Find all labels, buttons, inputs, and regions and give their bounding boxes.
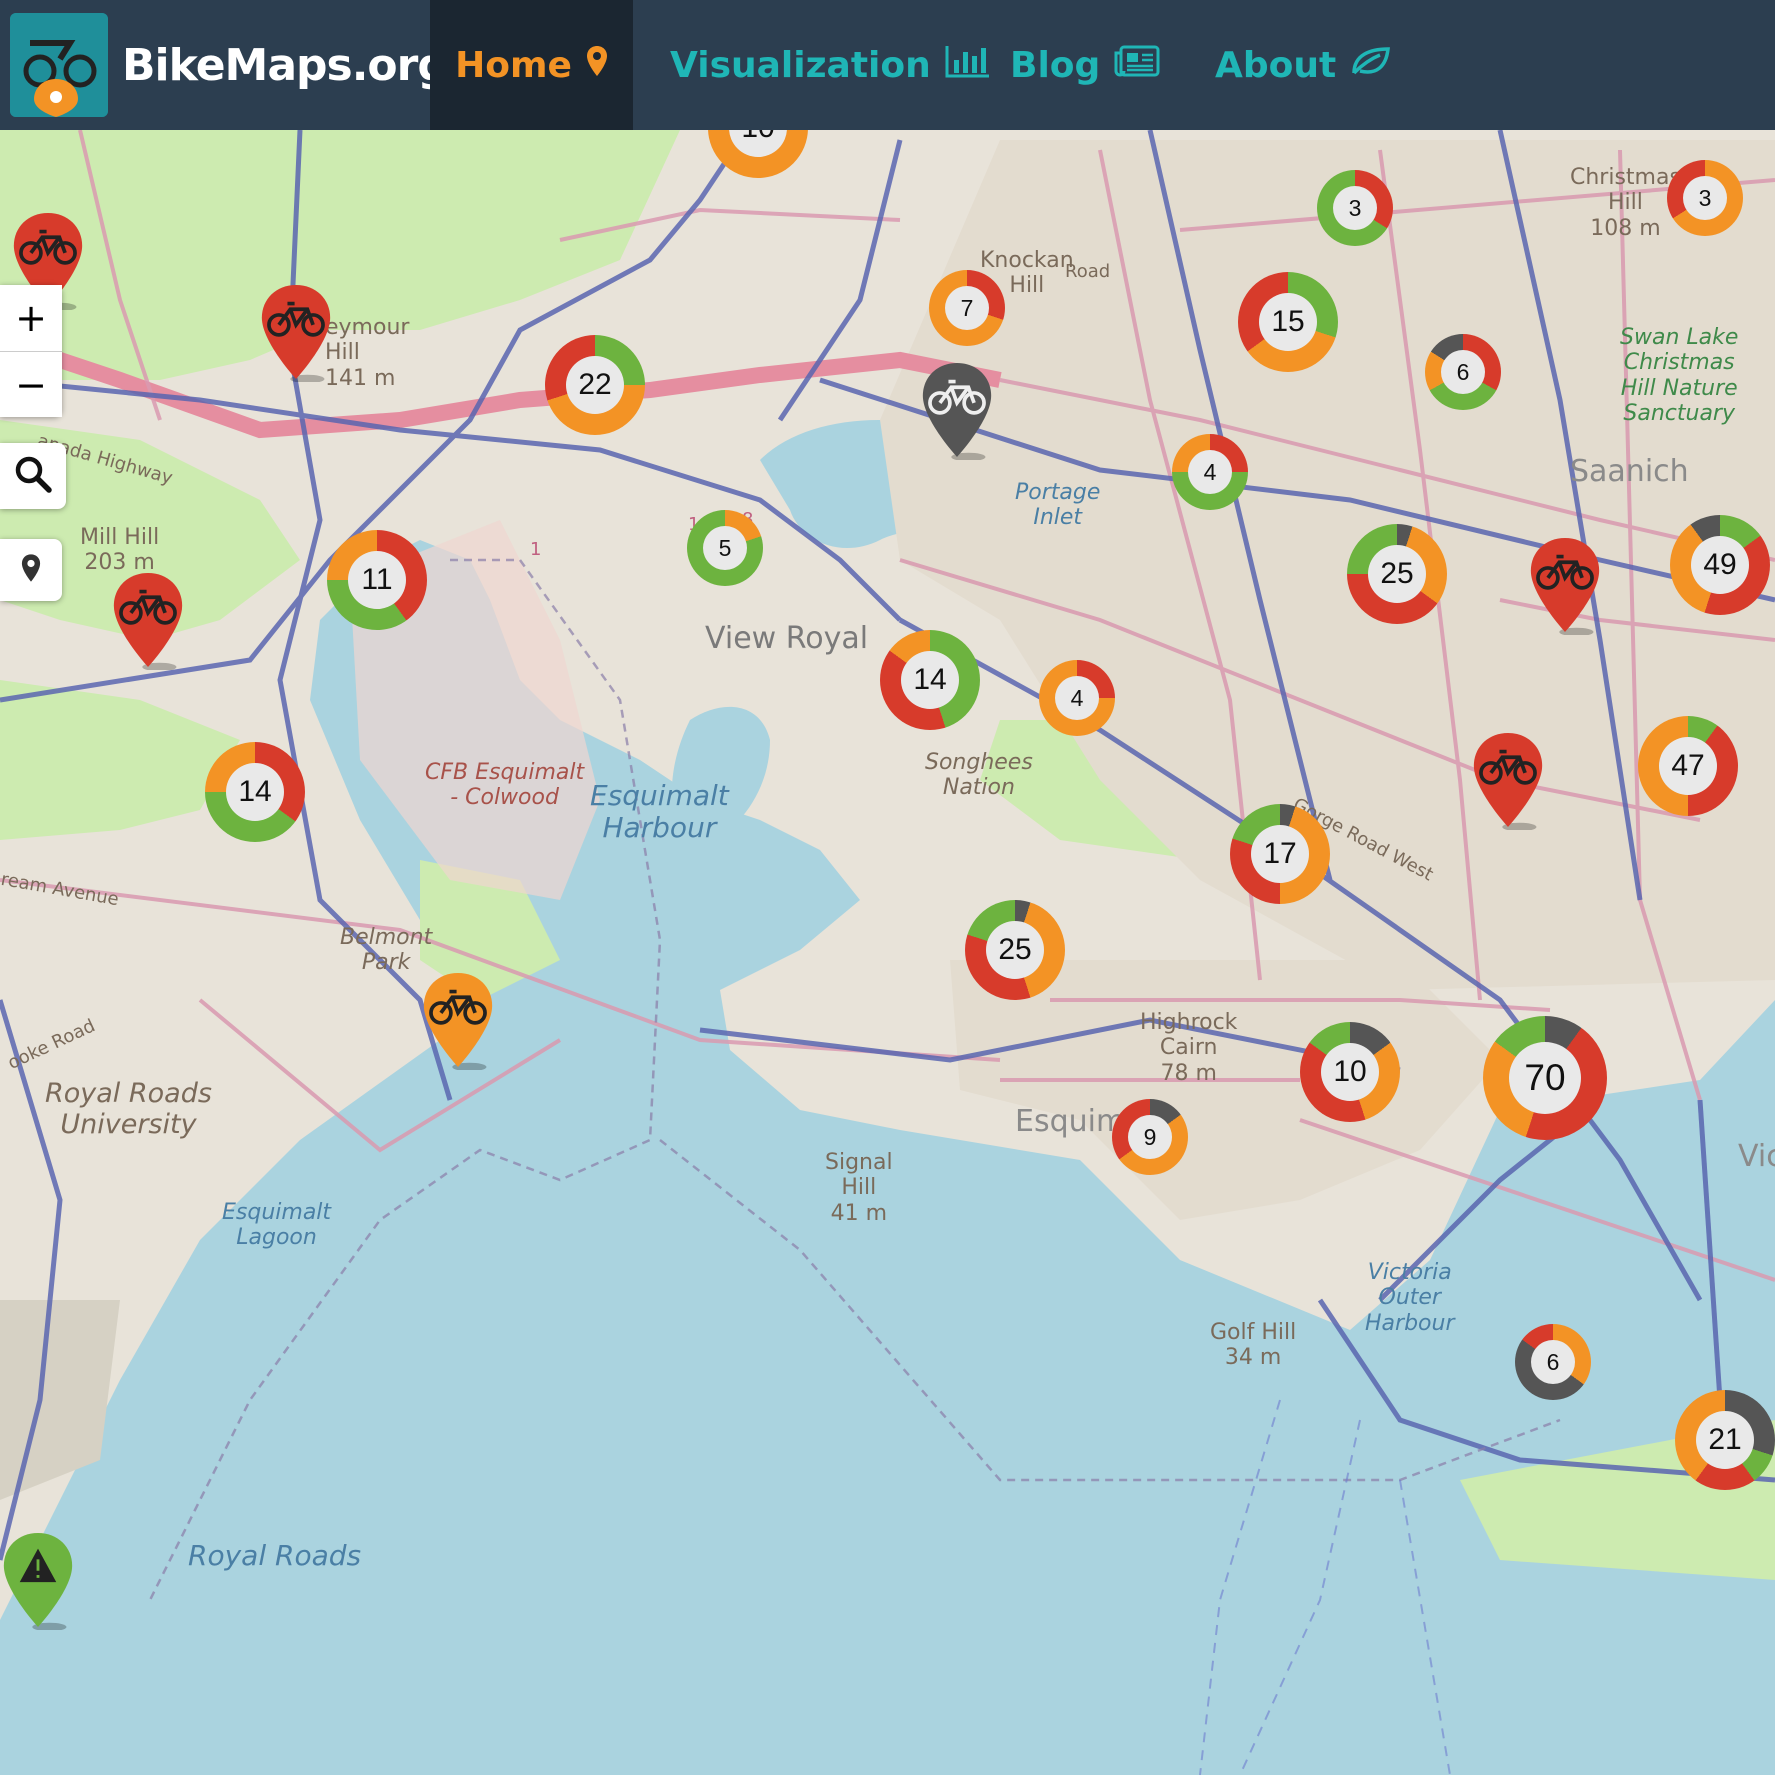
- zoom-in-button[interactable]: +: [0, 285, 62, 351]
- incident-marker[interactable]: [421, 970, 495, 1074]
- map-label-songhees: Songhees Nation: [925, 750, 1033, 801]
- incident-cluster[interactable]: 22: [545, 335, 645, 435]
- cluster-count: 3: [1333, 186, 1377, 230]
- incident-cluster[interactable]: 6: [1515, 1324, 1591, 1400]
- incident-cluster[interactable]: 6: [1425, 334, 1501, 410]
- incident-cluster[interactable]: 7: [929, 270, 1005, 346]
- map-label-belmont: Belmont Park: [340, 925, 433, 976]
- incident-cluster[interactable]: 49: [1670, 515, 1770, 615]
- incident-cluster[interactable]: 11: [327, 530, 427, 630]
- leaf-icon: [1350, 45, 1391, 86]
- map-label-portage-inlet: Portage Inlet: [1015, 480, 1101, 531]
- incident-cluster[interactable]: 4: [1172, 434, 1248, 510]
- map-label-christmas-hill: Christmas Hill 108 m: [1570, 165, 1681, 241]
- search-button[interactable]: [0, 443, 66, 509]
- cluster-count: 9: [1128, 1115, 1172, 1159]
- map-label-mill-hill: Mill Hill 203 m: [80, 525, 160, 576]
- nav-visualization[interactable]: Visualization: [670, 0, 991, 130]
- map-label-seymour: eymour Hill 141 m: [325, 315, 410, 391]
- cluster-count: 49: [1691, 536, 1749, 594]
- map-label-royal-roads-university: Royal Roads University: [45, 1078, 212, 1141]
- map-label-signal-hill: Signal Hill 41 m: [825, 1150, 893, 1226]
- zoom-control: + −: [0, 285, 62, 417]
- cluster-count: 4: [1188, 450, 1232, 494]
- incident-marker[interactable]: [920, 360, 994, 464]
- cluster-count: 5: [703, 526, 747, 570]
- map-route-1: 1: [530, 539, 542, 560]
- nav-visualization-label: Visualization: [670, 44, 931, 86]
- bar-chart-icon: [945, 44, 991, 87]
- cluster-count: 21: [1696, 1411, 1754, 1469]
- nav-home[interactable]: Home: [430, 0, 633, 130]
- nav-about-label: About: [1215, 44, 1337, 86]
- cluster-count: 25: [986, 921, 1044, 979]
- nav-home-label: Home: [455, 44, 572, 86]
- map-label-cfb: CFB Esquimalt - Colwood: [425, 760, 585, 811]
- map-label-esquimalt-harbour: Esquimalt Harbour: [590, 779, 729, 845]
- cluster-count: 6: [1441, 350, 1485, 394]
- brand[interactable]: BikeMaps.org: [10, 0, 449, 130]
- incident-marker[interactable]: [1, 1530, 75, 1634]
- incident-cluster[interactable]: 10: [1300, 1022, 1400, 1122]
- map-label-golf-hill: Golf Hill 34 m: [1210, 1320, 1297, 1371]
- zoom-out-button[interactable]: −: [0, 351, 62, 417]
- incident-cluster[interactable]: 25: [965, 900, 1065, 1000]
- map-label-outer-harbour: Victoria Outer Harbour: [1365, 1260, 1455, 1336]
- incident-cluster[interactable]: 15: [1238, 272, 1338, 372]
- cluster-count: 10: [729, 130, 787, 157]
- nav-blog[interactable]: Blog: [1010, 0, 1160, 130]
- locate-button[interactable]: [0, 539, 62, 601]
- incident-cluster[interactable]: 4: [1039, 660, 1115, 736]
- incident-cluster[interactable]: 14: [880, 630, 980, 730]
- cluster-count: 10: [1321, 1043, 1379, 1101]
- incident-cluster[interactable]: 3: [1317, 170, 1393, 246]
- incident-cluster[interactable]: 47: [1638, 716, 1738, 816]
- incident-cluster[interactable]: 70: [1483, 1016, 1607, 1140]
- map-label-esquimalt-lagoon: Esquimalt Lagoon: [222, 1200, 332, 1251]
- cluster-count: 14: [226, 763, 284, 821]
- map-marker-icon: [21, 553, 41, 587]
- cluster-count: 15: [1259, 293, 1317, 351]
- cluster-count: 11: [348, 551, 406, 609]
- incident-marker[interactable]: [259, 282, 333, 386]
- map-label-royal-roads: Royal Roads: [188, 1539, 362, 1572]
- map-label-view-royal: View Royal: [705, 621, 869, 656]
- incident-marker[interactable]: [111, 570, 185, 674]
- map-label-highrock: Highrock Cairn 78 m: [1140, 1010, 1238, 1086]
- incident-cluster[interactable]: 3: [1667, 160, 1743, 236]
- incident-cluster[interactable]: 9: [1112, 1099, 1188, 1175]
- cluster-count: 22: [566, 356, 624, 414]
- map-label-swan-lake: Swan Lake Christmas Hill Nature Sanctuar…: [1620, 325, 1739, 426]
- cluster-count: 7: [945, 286, 989, 330]
- map-canvas[interactable]: Knockan Hill eymour Hill 141 m Mill Hill…: [0, 130, 1775, 1775]
- map-label-esquimalt: Esquim: [1015, 1104, 1126, 1139]
- cluster-count: 47: [1659, 737, 1717, 795]
- incident-cluster[interactable]: 14: [205, 742, 305, 842]
- map-marker-icon: [586, 45, 608, 86]
- incident-cluster[interactable]: 21: [1675, 1390, 1775, 1490]
- map-label-road: Road: [1065, 261, 1111, 282]
- newspaper-icon: [1114, 45, 1160, 86]
- brand-name: BikeMaps.org: [122, 39, 449, 91]
- top-navbar: BikeMaps.org Home Visualization Blog Abo…: [0, 0, 1775, 130]
- cluster-count: 17: [1251, 825, 1309, 883]
- nav-about[interactable]: About: [1215, 0, 1391, 130]
- cluster-count: 6: [1531, 1340, 1575, 1384]
- cluster-count: 4: [1055, 676, 1099, 720]
- incident-cluster[interactable]: 25: [1347, 524, 1447, 624]
- cluster-count: 70: [1509, 1042, 1581, 1114]
- map-label-victoria: Vic: [1738, 1139, 1775, 1174]
- cluster-count: 14: [901, 651, 959, 709]
- search-icon: [14, 455, 52, 497]
- bikemaps-logo: [10, 13, 108, 117]
- cluster-count: 3: [1683, 176, 1727, 220]
- incident-marker[interactable]: [1471, 730, 1545, 834]
- cluster-count: 25: [1368, 545, 1426, 603]
- nav-blog-label: Blog: [1010, 44, 1101, 86]
- incident-cluster[interactable]: 5: [687, 510, 763, 586]
- incident-marker[interactable]: [1528, 535, 1602, 639]
- incident-cluster[interactable]: 17: [1230, 804, 1330, 904]
- map-label-saanich: Saanich: [1570, 454, 1689, 489]
